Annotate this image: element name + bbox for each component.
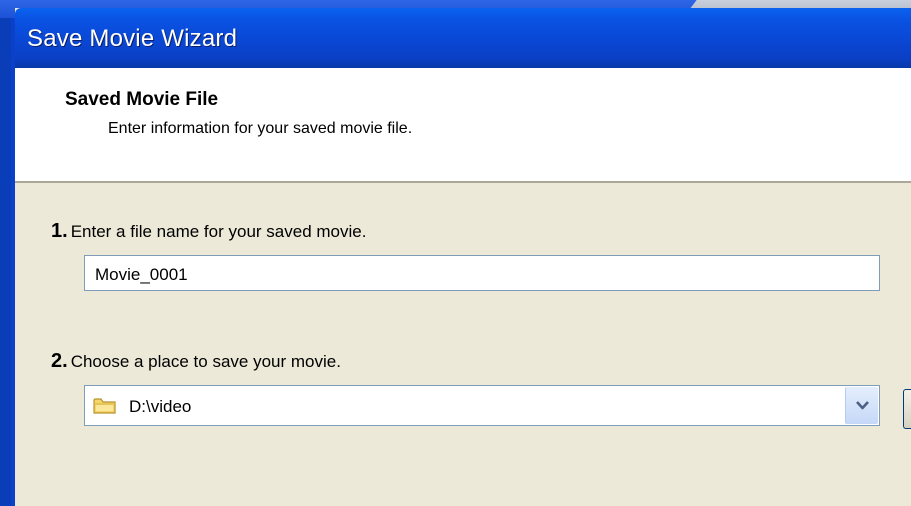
dropdown-arrow-button[interactable] xyxy=(845,387,878,424)
folder-icon xyxy=(93,398,116,414)
browse-button-edge[interactable] xyxy=(903,389,911,429)
save-location-dropdown[interactable]: D:\video xyxy=(84,385,880,426)
step1-label: 1. Enter a file name for your saved movie… xyxy=(51,220,366,243)
step2-text: Choose a place to save your movie. xyxy=(70,352,341,371)
page-title: Saved Movie File xyxy=(65,89,219,110)
step2-number: 2. xyxy=(51,350,68,372)
wizard-header: Saved Movie File Enter information for y… xyxy=(15,68,911,183)
file-name-input[interactable]: Movie_0001 xyxy=(84,255,880,291)
chevron-down-icon xyxy=(856,401,869,410)
file-name-value: Movie_0001 xyxy=(95,265,188,284)
save-location-value: D:\video xyxy=(129,397,192,416)
save-movie-wizard-dialog: Save Movie Wizard Saved Movie File Enter… xyxy=(15,8,911,506)
title-bar[interactable]: Save Movie Wizard xyxy=(15,8,911,68)
window-left-border xyxy=(0,18,15,506)
window-title: Save Movie Wizard xyxy=(27,25,238,52)
step1-number: 1. xyxy=(51,220,68,242)
page-subtitle: Enter information for your saved movie f… xyxy=(108,120,413,137)
step2-label: 2. Choose a place to save your movie. xyxy=(51,350,341,373)
step1-text: Enter a file name for your saved movie. xyxy=(70,222,367,241)
